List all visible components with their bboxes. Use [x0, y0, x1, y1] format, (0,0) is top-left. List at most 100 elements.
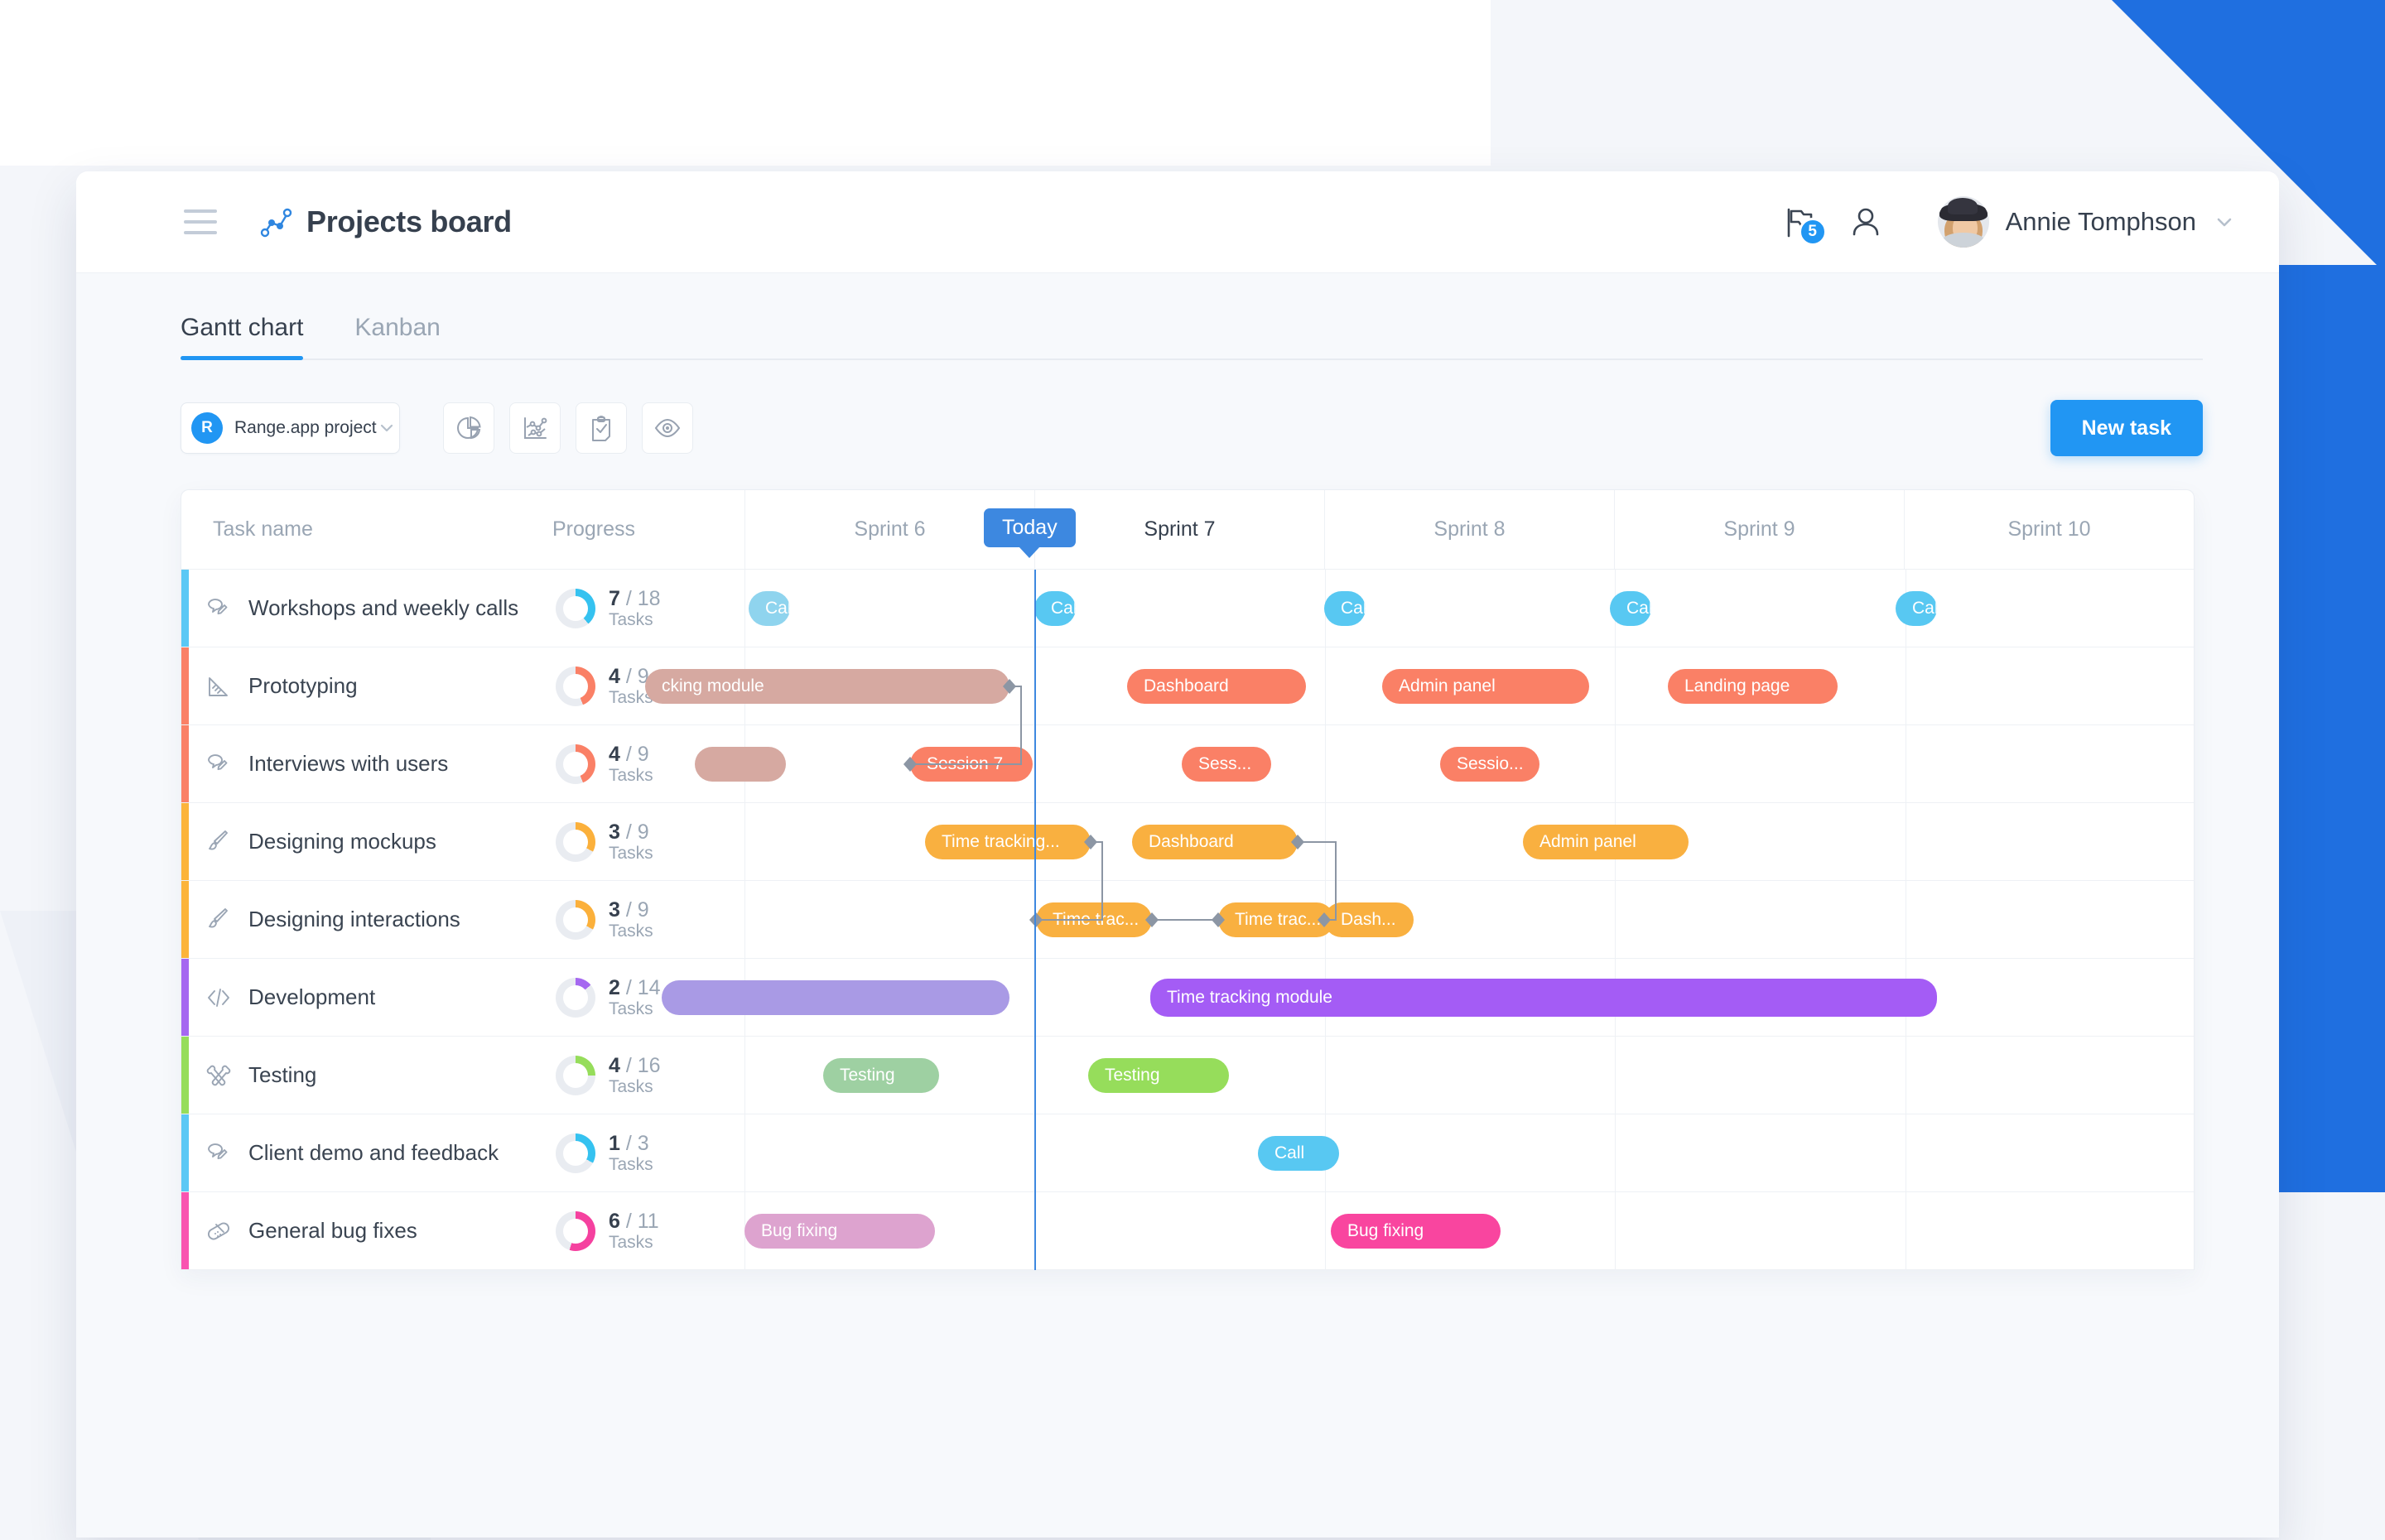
gantt-bar[interactable]: Time tracking module: [1150, 978, 1937, 1017]
gantt-bar[interactable]: Bug fixing: [744, 1213, 935, 1249]
progress-unit: Tasks: [609, 1154, 653, 1174]
progress-done: 2: [609, 975, 620, 999]
row-color-stripe: [181, 1114, 189, 1191]
progress-unit: Tasks: [609, 999, 653, 1018]
gantt-bar[interactable]: Time trac...: [1218, 902, 1334, 937]
progress-total: / 9: [619, 820, 649, 844]
progress-donut: [556, 1210, 595, 1251]
gantt-bar[interactable]: Dashboard: [1132, 824, 1298, 859]
pie-chart-icon[interactable]: [443, 402, 494, 454]
task-name: Client demo and feedback: [248, 1140, 499, 1165]
gantt-bar[interactable]: Dashboard: [1127, 668, 1306, 704]
row-color-stripe: [181, 1037, 189, 1114]
gantt-bar[interactable]: Admin panel: [1523, 824, 1689, 859]
sprint-header-9[interactable]: Sprint 9: [1614, 490, 1904, 569]
sprint-header-8[interactable]: Sprint 8: [1324, 490, 1614, 569]
progress-donut: [556, 977, 595, 1018]
task-name: Designing interactions: [248, 907, 460, 931]
hamburger-icon[interactable]: [184, 209, 217, 234]
gantt-header-row: Task name Progress Sprint 6 Today Sprint 7…: [181, 490, 2194, 570]
gantt-bar[interactable]: [695, 746, 786, 782]
profile-menu[interactable]: Annie Tomphson: [1937, 196, 2236, 248]
gantt-bar[interactable]: Sessio...: [1440, 746, 1539, 782]
row-color-stripe: [181, 570, 189, 647]
progress-total: / 16: [619, 1053, 661, 1077]
gantt-bar[interactable]: Call: [1034, 590, 1076, 626]
gantt-row-track: Session 7 Sess... Sessio...: [695, 725, 2194, 802]
progress-done: 4: [609, 742, 620, 766]
gantt-bar[interactable]: Call: [1896, 590, 1937, 626]
page-title: Projects board: [306, 205, 512, 238]
table-row[interactable]: Workshops and weekly calls 7 / 18 Tasks …: [181, 570, 2194, 647]
sprint-header-label: Sprint 6: [854, 517, 926, 541]
view-tabs: Gantt chart Kanban: [181, 273, 2203, 360]
table-row[interactable]: Prototyping 4 / 9 Tasks cking module Dash…: [181, 647, 2194, 725]
progress-total: / 3: [619, 1131, 649, 1155]
table-row[interactable]: General bug fixes 6 / 11 Tasks Bug fixin…: [181, 1192, 2194, 1270]
gantt-bar[interactable]: Call: [1610, 590, 1651, 626]
gantt-bar[interactable]: cking module: [645, 668, 1009, 704]
row-color-stripe: [181, 881, 189, 958]
sprint-header-7[interactable]: Today Sprint 7: [984, 490, 1324, 569]
bandage-icon: [189, 1192, 248, 1269]
task-progress: 3 / 9 Tasks: [552, 881, 744, 958]
clipboard-check-icon[interactable]: [576, 402, 627, 454]
row-color-stripe: [181, 725, 189, 802]
gantt-bar[interactable]: Time tracking...: [925, 824, 1091, 859]
comment-edit-icon: [189, 725, 248, 802]
table-row[interactable]: Designing interactions 3 / 9 Tasks Time …: [181, 881, 2194, 959]
grid-lines: [744, 881, 2194, 958]
gantt-bar[interactable]: [662, 979, 1009, 1015]
sprint-header-label: Sprint 10: [2007, 517, 2091, 541]
eye-icon[interactable]: [642, 402, 693, 454]
table-row[interactable]: Testing 4 / 16 Tasks Testing Testing: [181, 1037, 2194, 1114]
table-row[interactable]: Development 2 / 14 Tasks Time tracking m…: [181, 959, 2194, 1037]
code-icon: [189, 959, 248, 1036]
progress-total: / 18: [619, 586, 661, 610]
today-marker: Today: [984, 508, 1076, 547]
gantt-bar[interactable]: Call: [749, 590, 790, 626]
progress-unit: Tasks: [609, 921, 653, 941]
row-color-stripe: [181, 803, 189, 880]
comment-edit-icon: [189, 570, 248, 647]
toolbar: R Range.app project New task: [181, 400, 2203, 456]
progress-donut: [556, 1055, 595, 1095]
flag-badge: 5: [1798, 218, 1827, 246]
gantt-bar[interactable]: Bug fixing: [1331, 1213, 1501, 1249]
gantt-bar[interactable]: Admin panel: [1382, 668, 1589, 704]
sprint-header-10[interactable]: Sprint 10: [1904, 490, 2194, 569]
tab-gantt-chart[interactable]: Gantt chart: [181, 314, 304, 360]
brush-icon: [189, 803, 248, 880]
progress-total: / 14: [619, 975, 661, 999]
new-task-button[interactable]: New task: [2050, 400, 2203, 456]
table-row[interactable]: Interviews with users 4 / 9 Tasks Sessio…: [181, 725, 2194, 803]
task-progress: 4 / 16 Tasks: [552, 1037, 744, 1114]
gantt-bar[interactable]: Session 7: [910, 746, 1033, 782]
gantt-chart-card: Task name Progress Sprint 6 Today Sprint 7…: [181, 489, 2195, 1270]
gantt-bar[interactable]: Sess...: [1182, 746, 1271, 782]
task-name: Prototyping: [248, 673, 358, 698]
project-selector[interactable]: R Range.app project: [181, 402, 400, 454]
flag-icon[interactable]: 5: [1780, 203, 1827, 246]
table-row[interactable]: Designing mockups 3 / 9 Tasks Time track…: [181, 803, 2194, 881]
gantt-bar[interactable]: Dash...: [1324, 902, 1414, 937]
gantt-bar[interactable]: Time trac...: [1036, 902, 1152, 937]
task-name: Workshops and weekly calls: [248, 595, 519, 620]
tab-kanban[interactable]: Kanban: [354, 314, 440, 359]
gantt-bar[interactable]: Testing: [823, 1057, 939, 1093]
ruler-triangle-icon: [189, 647, 248, 724]
gantt-bar[interactable]: Call: [1258, 1135, 1339, 1171]
task-progress: 7 / 18 Tasks: [552, 570, 744, 647]
line-chart-icon[interactable]: [509, 402, 561, 454]
gantt-bar[interactable]: Testing: [1088, 1057, 1229, 1093]
gantt-bar[interactable]: Landing page: [1668, 668, 1838, 704]
comment-edit-icon: [189, 1114, 248, 1191]
progress-donut: [556, 899, 595, 940]
sprint-header-label: Sprint 7: [1144, 517, 1216, 541]
user-outline-icon[interactable]: [1847, 203, 1885, 241]
toolbar-icon-buttons: [443, 402, 693, 454]
table-row[interactable]: Client demo and feedback 1 / 3 Tasks Cal…: [181, 1114, 2194, 1192]
progress-total: / 9: [619, 898, 649, 922]
chevron-down-icon: [377, 418, 397, 438]
gantt-bar[interactable]: Call: [1324, 590, 1366, 626]
